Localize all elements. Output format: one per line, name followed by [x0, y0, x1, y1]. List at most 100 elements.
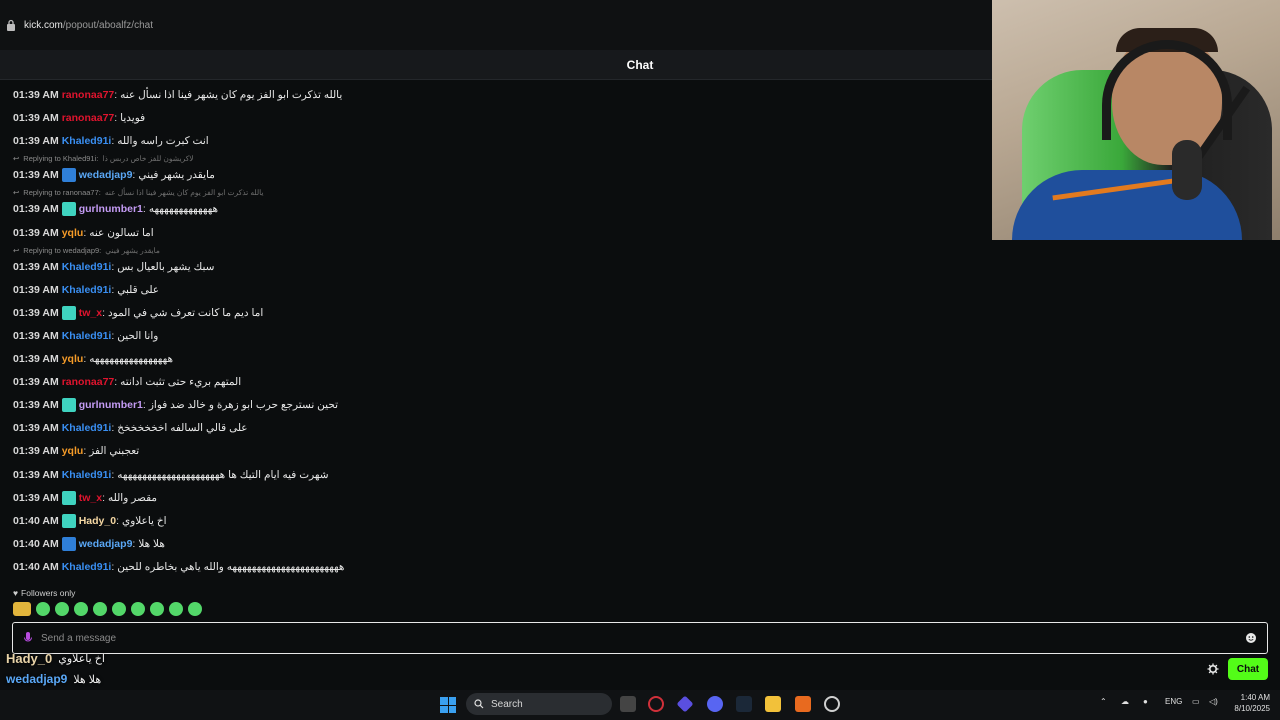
taskbar-clock[interactable]: 1:40 AM 8/10/2025: [1222, 692, 1270, 714]
message-username[interactable]: gurlnumber1: [79, 399, 143, 411]
subscriber-badge-icon[interactable]: [61, 490, 76, 505]
chat-message[interactable]: 01:39 AM Khaled91i: على قالي السالفه اخخخخ…: [13, 419, 248, 437]
chat-message[interactable]: 01:39 AM ranonaa77: فويديا: [13, 109, 145, 127]
vip-badge-icon[interactable]: [61, 168, 76, 183]
subscriber-badge-icon[interactable]: [61, 202, 76, 217]
reply-arrow-icon: ↩: [13, 154, 20, 164]
overlay-chat-row: wedadjap9 هلا هلا: [6, 672, 101, 686]
file-explorer-icon[interactable]: [765, 696, 781, 712]
message-username[interactable]: Khaled91i: [62, 284, 112, 296]
taskbar-search[interactable]: Search: [466, 693, 612, 715]
language-indicator[interactable]: ENG: [1165, 697, 1182, 706]
cloud-icon[interactable]: ☁: [1121, 697, 1129, 706]
message-timestamp: 01:40 AM: [13, 560, 59, 573]
emote-icon[interactable]: [13, 602, 31, 616]
chat-message[interactable]: 01:39 AM Khaled91i: وانا الحين: [13, 327, 158, 345]
message-username[interactable]: Khaled91i: [62, 261, 112, 273]
network-icon[interactable]: ▭: [1192, 697, 1200, 706]
subscriber-badge-icon[interactable]: [61, 398, 76, 413]
message-username[interactable]: yqlu: [62, 227, 84, 239]
message-text: على قلبي: [117, 283, 160, 296]
chat-message[interactable]: 01:39 AM yqlu: تعجبني الفز: [13, 442, 139, 460]
emote-icon[interactable]: [36, 602, 50, 616]
task-view-icon[interactable]: [620, 696, 636, 712]
chat-message[interactable]: 01:40 AM wedadjap9: هلا هلا: [13, 535, 165, 553]
message-username[interactable]: wedadjap9: [79, 538, 133, 550]
reply-context[interactable]: ↩ Replying to ranonaa77: يالله تذكرت ابو ا…: [13, 187, 264, 198]
chrome-icon[interactable]: [824, 696, 840, 712]
message-username[interactable]: yqlu: [62, 445, 84, 457]
vip-badge-icon[interactable]: [61, 536, 76, 551]
overlay-message-text: هلا هلا: [73, 673, 102, 686]
windows-start-icon[interactable]: [440, 697, 456, 713]
chat-input-box[interactable]: [12, 622, 1268, 654]
reply-excerpt: مايقدر يشهر فيني: [105, 245, 160, 255]
heart-icon: ♥: [13, 588, 19, 598]
reply-context[interactable]: ↩ Replying to wedadjap9: مايقدر يشهر فيني: [13, 245, 160, 256]
message-text: اما ديم ما كانت تعرف شي في المود: [107, 306, 264, 319]
username-separator: :: [111, 560, 115, 573]
emote-icon[interactable]: [150, 602, 164, 616]
volume-icon[interactable]: ◁): [1209, 697, 1218, 706]
chat-message[interactable]: 01:39 AM yqlu: اما تسالون عنه: [13, 224, 154, 242]
message-username[interactable]: ranonaa77: [62, 89, 115, 101]
chat-message[interactable]: 01:39 AM Khaled91i: سبك يشهر بالعيال بس: [13, 258, 214, 276]
chevron-up-icon[interactable]: ⌃: [1100, 697, 1107, 706]
message-username[interactable]: yqlu: [62, 353, 84, 365]
emote-icon[interactable]: [112, 602, 126, 616]
message-text: تحين نسترجع حرب ابو زهرة و خالد ضد فواز: [148, 399, 339, 412]
chat-message[interactable]: 01:39 AM tw_x: مقصر والله: [13, 489, 157, 507]
windows-taskbar: [0, 690, 1280, 720]
message-text: المتهم بريء حتى تثبت ادانته: [120, 376, 242, 389]
emote-icon[interactable]: [188, 602, 202, 616]
message-username[interactable]: Khaled91i: [62, 422, 112, 434]
steam-icon[interactable]: [736, 696, 752, 712]
message-timestamp: 01:39 AM: [13, 491, 59, 504]
microphone-tray-icon[interactable]: ●: [1143, 697, 1148, 706]
chat-message[interactable]: 01:39 AM gurlnumber1: تحين نسترجع حرب ابو …: [13, 396, 338, 414]
reply-context[interactable]: ↩ Replying to Khaled91i: لاكريشون للفز خاص…: [13, 153, 194, 164]
chat-message[interactable]: 01:39 AM ranonaa77: المتهم بريء حتى تثبت ا…: [13, 373, 241, 391]
message-username[interactable]: Khaled91i: [62, 135, 112, 147]
message-username[interactable]: tw_x: [79, 492, 102, 504]
message-username[interactable]: Khaled91i: [62, 561, 112, 573]
message-username[interactable]: tw_x: [79, 307, 102, 319]
emote-icon[interactable]: [74, 602, 88, 616]
message-username[interactable]: Khaled91i: [62, 330, 112, 342]
subscriber-badge-icon[interactable]: [61, 513, 76, 528]
message-username[interactable]: wedadjap9: [79, 169, 133, 181]
message-username[interactable]: ranonaa77: [62, 112, 115, 124]
message-timestamp: 01:39 AM: [13, 376, 59, 389]
obs-icon[interactable]: [648, 696, 664, 712]
app-icon-orange[interactable]: [795, 696, 811, 712]
emote-icon[interactable]: [55, 602, 69, 616]
username-separator: :: [116, 514, 119, 527]
send-chat-button[interactable]: Chat: [1228, 658, 1268, 680]
message-username[interactable]: Hady_0: [79, 515, 116, 527]
chat-message[interactable]: 01:39 AM yqlu: ههههههههههههههههه: [13, 350, 173, 368]
search-label: Search: [491, 698, 523, 710]
chat-message[interactable]: 01:39 AM Khaled91i: شهرت فيه ايام التيك ها…: [13, 466, 329, 484]
chat-message[interactable]: 01:39 AM ranonaa77: يالله تذكرت ابو الفز ي…: [13, 86, 342, 104]
message-username[interactable]: ranonaa77: [62, 376, 115, 388]
gear-icon[interactable]: [1207, 663, 1219, 675]
emote-icon[interactable]: [131, 602, 145, 616]
message-username[interactable]: Khaled91i: [62, 469, 112, 481]
emote-icon[interactable]: [93, 602, 107, 616]
message-username[interactable]: gurlnumber1: [79, 203, 143, 215]
chat-message[interactable]: 01:40 AM Hady_0: اخ ياعلاوي: [13, 512, 167, 530]
chat-message[interactable]: 01:39 AM wedadjap9: مايقدر يشهر فيني: [13, 166, 215, 184]
microphone-icon[interactable]: [23, 632, 33, 644]
chat-message[interactable]: 01:39 AM gurlnumber1: هههههههههههههه: [13, 200, 218, 218]
discord-icon[interactable]: [707, 696, 723, 712]
chat-message[interactable]: 01:39 AM tw_x: اما ديم ما كانت تعرف شي في …: [13, 304, 263, 322]
chat-message[interactable]: 01:39 AM Khaled91i: على قلبي: [13, 281, 159, 299]
chat-message[interactable]: 01:39 AM Khaled91i: انت كبرت راسه والله: [13, 132, 209, 150]
chat-message[interactable]: 01:40 AM Khaled91i: هههههههههههههههههههههه…: [13, 558, 344, 576]
subscriber-badge-icon[interactable]: [61, 305, 76, 320]
chat-message-input[interactable]: [41, 632, 1245, 644]
username-separator: :: [132, 169, 136, 182]
emoji-icon[interactable]: [1245, 632, 1257, 644]
emote-icon[interactable]: [169, 602, 183, 616]
message-timestamp: 01:39 AM: [13, 306, 59, 319]
